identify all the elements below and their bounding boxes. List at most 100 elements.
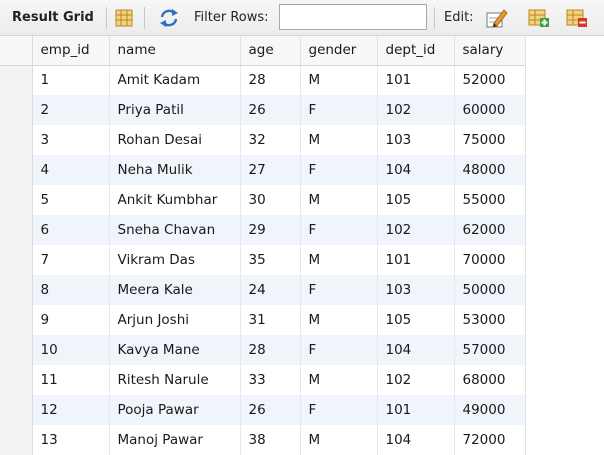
cell-name[interactable]: Ankit Kumbhar <box>109 185 241 215</box>
cell-emp-id[interactable]: 8 <box>32 275 110 305</box>
cell-salary[interactable]: 75000 <box>454 125 526 155</box>
row-header-cell[interactable] <box>0 185 33 215</box>
table-row[interactable]: 11 Ritesh Narule 33 M 102 68000 <box>0 365 526 395</box>
cell-emp-id[interactable]: 2 <box>32 95 110 125</box>
refresh-icon[interactable] <box>158 8 180 32</box>
cell-salary[interactable]: 48000 <box>454 155 526 185</box>
table-row[interactable]: 3 Rohan Desai 32 M 103 75000 <box>0 125 526 155</box>
table-row[interactable]: 12 Pooja Pawar 26 F 101 49000 <box>0 395 526 425</box>
table-row[interactable]: 6 Sneha Chavan 29 F 102 62000 <box>0 215 526 245</box>
cell-gender[interactable]: F <box>300 335 378 365</box>
column-header-name[interactable]: name <box>109 36 241 66</box>
cell-dept-id[interactable]: 102 <box>377 215 455 245</box>
cell-name[interactable]: Arjun Joshi <box>109 305 241 335</box>
table-row[interactable]: 13 Manoj Pawar 38 M 104 72000 <box>0 425 526 455</box>
cell-salary[interactable]: 72000 <box>454 425 526 455</box>
cell-dept-id[interactable]: 102 <box>377 95 455 125</box>
add-row-icon[interactable] <box>528 8 550 32</box>
cell-name[interactable]: Vikram Das <box>109 245 241 275</box>
cell-age[interactable]: 29 <box>240 215 301 245</box>
cell-dept-id[interactable]: 105 <box>377 185 455 215</box>
cell-emp-id[interactable]: 1 <box>32 65 110 95</box>
cell-age[interactable]: 38 <box>240 425 301 455</box>
cell-name[interactable]: Meera Kale <box>109 275 241 305</box>
cell-emp-id[interactable]: 13 <box>32 425 110 455</box>
cell-emp-id[interactable]: 3 <box>32 125 110 155</box>
cell-emp-id[interactable]: 5 <box>32 185 110 215</box>
cell-gender[interactable]: F <box>300 95 378 125</box>
cell-gender[interactable]: F <box>300 215 378 245</box>
cell-gender[interactable]: F <box>300 395 378 425</box>
cell-name[interactable]: Sneha Chavan <box>109 215 241 245</box>
row-header-cell[interactable] <box>0 365 33 395</box>
cell-salary[interactable]: 53000 <box>454 305 526 335</box>
cell-name[interactable]: Manoj Pawar <box>109 425 241 455</box>
cell-dept-id[interactable]: 101 <box>377 395 455 425</box>
cell-salary[interactable]: 60000 <box>454 95 526 125</box>
cell-gender[interactable]: M <box>300 365 378 395</box>
cell-dept-id[interactable]: 104 <box>377 155 455 185</box>
cell-salary[interactable]: 62000 <box>454 215 526 245</box>
cell-salary[interactable]: 68000 <box>454 365 526 395</box>
row-header-cell[interactable] <box>0 305 33 335</box>
cell-salary[interactable]: 52000 <box>454 65 526 95</box>
row-header-cell[interactable] <box>0 245 33 275</box>
cell-gender[interactable]: F <box>300 275 378 305</box>
table-row[interactable]: 10 Kavya Mane 28 F 104 57000 <box>0 335 526 365</box>
column-header-salary[interactable]: salary <box>454 36 526 66</box>
cell-name[interactable]: Priya Patil <box>109 95 241 125</box>
cell-age[interactable]: 27 <box>240 155 301 185</box>
column-header-emp-id[interactable]: emp_id <box>32 36 110 66</box>
table-row[interactable]: 4 Neha Mulik 27 F 104 48000 <box>0 155 526 185</box>
cell-age[interactable]: 26 <box>240 395 301 425</box>
edit-row-icon[interactable] <box>486 7 508 33</box>
cell-age[interactable]: 26 <box>240 95 301 125</box>
cell-gender[interactable]: M <box>300 305 378 335</box>
row-header-cell[interactable] <box>0 275 33 305</box>
cell-name[interactable]: Ritesh Narule <box>109 365 241 395</box>
cell-gender[interactable]: F <box>300 155 378 185</box>
table-row[interactable]: 1 Amit Kadam 28 M 101 52000 <box>0 65 526 95</box>
cell-age[interactable]: 30 <box>240 185 301 215</box>
cell-age[interactable]: 28 <box>240 335 301 365</box>
row-header-cell[interactable] <box>0 395 33 425</box>
delete-row-icon[interactable] <box>566 8 588 32</box>
row-header-cell[interactable] <box>0 95 33 125</box>
cell-emp-id[interactable]: 12 <box>32 395 110 425</box>
cell-salary[interactable]: 50000 <box>454 275 526 305</box>
cell-name[interactable]: Rohan Desai <box>109 125 241 155</box>
cell-salary[interactable]: 49000 <box>454 395 526 425</box>
cell-dept-id[interactable]: 105 <box>377 305 455 335</box>
row-header-cell[interactable] <box>0 155 33 185</box>
cell-dept-id[interactable]: 101 <box>377 65 455 95</box>
cell-name[interactable]: Amit Kadam <box>109 65 241 95</box>
cell-gender[interactable]: M <box>300 125 378 155</box>
cell-dept-id[interactable]: 104 <box>377 425 455 455</box>
cell-gender[interactable]: M <box>300 245 378 275</box>
cell-age[interactable]: 32 <box>240 125 301 155</box>
cell-dept-id[interactable]: 101 <box>377 245 455 275</box>
cell-name[interactable]: Kavya Mane <box>109 335 241 365</box>
cell-age[interactable]: 35 <box>240 245 301 275</box>
column-header-dept-id[interactable]: dept_id <box>377 36 455 66</box>
row-header-cell[interactable] <box>0 125 33 155</box>
cell-age[interactable]: 33 <box>240 365 301 395</box>
cell-age[interactable]: 24 <box>240 275 301 305</box>
table-row[interactable]: 5 Ankit Kumbhar 30 M 105 55000 <box>0 185 526 215</box>
cell-dept-id[interactable]: 103 <box>377 125 455 155</box>
cell-emp-id[interactable]: 6 <box>32 215 110 245</box>
cell-age[interactable]: 31 <box>240 305 301 335</box>
cell-salary[interactable]: 57000 <box>454 335 526 365</box>
cell-name[interactable]: Pooja Pawar <box>109 395 241 425</box>
cell-salary[interactable]: 70000 <box>454 245 526 275</box>
column-header-age[interactable]: age <box>240 36 301 66</box>
cell-dept-id[interactable]: 103 <box>377 275 455 305</box>
cell-gender[interactable]: M <box>300 65 378 95</box>
table-row[interactable]: 8 Meera Kale 24 F 103 50000 <box>0 275 526 305</box>
cell-emp-id[interactable]: 4 <box>32 155 110 185</box>
table-row[interactable]: 9 Arjun Joshi 31 M 105 53000 <box>0 305 526 335</box>
cell-age[interactable]: 28 <box>240 65 301 95</box>
cell-emp-id[interactable]: 10 <box>32 335 110 365</box>
cell-salary[interactable]: 55000 <box>454 185 526 215</box>
row-header-cell[interactable] <box>0 65 33 95</box>
